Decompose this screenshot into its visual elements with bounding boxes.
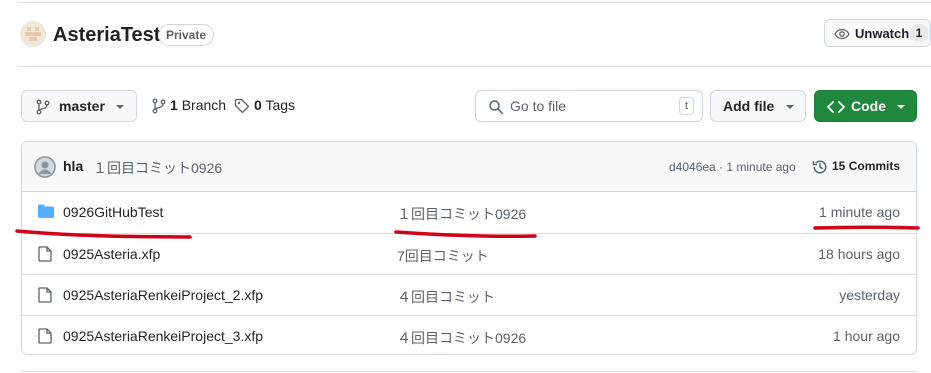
file-commit-time: yesterday — [839, 287, 900, 303]
repo-name[interactable]: AsteriaTest — [53, 22, 160, 48]
commits-count: 15 — [832, 159, 846, 173]
file-name[interactable]: 0926GitHubTest — [63, 204, 163, 220]
commit-author[interactable]: hla — [63, 158, 83, 174]
file-commit-time: 1 hour ago — [833, 328, 900, 344]
code-icon — [827, 100, 845, 114]
file-commit-message[interactable]: １回目コミット0926 — [397, 204, 526, 224]
git-branch-icon — [35, 99, 51, 115]
chevron-down-icon — [115, 104, 125, 110]
go-to-file-search[interactable]: t — [475, 90, 703, 122]
branch-name: master — [59, 98, 105, 114]
file-commit-message[interactable]: ４回目コミット0926 — [397, 328, 526, 348]
table-row[interactable]: 0925AsteriaRenkeiProject_2.xfp ４回目コミット y… — [22, 274, 916, 315]
commit-message[interactable]: １回目コミット0926 — [93, 158, 222, 178]
shortcut-hint: t — [679, 97, 694, 115]
commits-link[interactable]: 15 Commits — [832, 159, 900, 173]
table-row[interactable]: 0926GitHubTest １回目コミット0926 1 minute ago — [22, 192, 916, 233]
git-branch-icon — [151, 98, 167, 114]
file-commit-message[interactable]: ４回目コミット — [397, 287, 495, 307]
latest-commit-bar: hla １回目コミット0926 d4046ea · 1 minute ago 1… — [22, 142, 916, 192]
commit-hash-time[interactable]: d4046ea · 1 minute ago — [669, 160, 796, 174]
folder-icon — [38, 204, 54, 218]
file-icon — [38, 246, 52, 262]
eye-icon — [834, 26, 850, 42]
go-to-file-input[interactable] — [510, 96, 650, 116]
top-divider — [18, 2, 931, 3]
tag-icon — [234, 98, 250, 114]
unwatch-button[interactable]: Unwatch 1 — [824, 19, 931, 47]
add-file-button[interactable]: Add file — [710, 90, 806, 122]
add-file-label: Add file — [723, 98, 775, 114]
file-commit-time: 1 minute ago — [819, 204, 900, 220]
tags-count: 0 — [254, 97, 262, 113]
chevron-down-icon — [896, 104, 906, 110]
chevron-down-icon — [785, 104, 795, 110]
bottom-divider — [21, 371, 917, 372]
file-commit-message[interactable]: 7回目コミット — [397, 246, 489, 266]
file-commit-time: 18 hours ago — [818, 246, 900, 262]
code-label: Code — [851, 98, 886, 114]
table-row[interactable]: 0925Asteria.xfp 7回目コミット 18 hours ago — [22, 233, 916, 274]
history-icon — [811, 158, 829, 176]
branches-label: Branch — [181, 97, 227, 113]
branches-count: 1 — [170, 97, 178, 113]
header-divider — [18, 66, 931, 67]
file-icon — [38, 287, 52, 303]
file-name[interactable]: 0925Asteria.xfp — [63, 246, 160, 262]
watch-count: 1 — [909, 24, 929, 42]
tags-label: Tags — [265, 97, 296, 113]
file-name[interactable]: 0925AsteriaRenkeiProject_3.xfp — [63, 328, 263, 344]
commits-label: Commits — [848, 159, 901, 173]
visibility-badge: Private — [158, 24, 215, 46]
code-button[interactable]: Code — [814, 90, 917, 122]
file-table: hla １回目コミット0926 d4046ea · 1 minute ago 1… — [21, 141, 917, 355]
branch-selector[interactable]: master — [21, 90, 137, 122]
table-row[interactable]: 0925AsteriaRenkeiProject_3.xfp ４回目コミット09… — [22, 315, 916, 354]
file-icon — [38, 328, 52, 344]
search-icon — [488, 99, 504, 115]
unwatch-label: Unwatch — [855, 26, 910, 41]
author-avatar[interactable] — [34, 156, 56, 178]
repo-avatar[interactable] — [20, 21, 46, 47]
file-name[interactable]: 0925AsteriaRenkeiProject_2.xfp — [63, 287, 263, 303]
